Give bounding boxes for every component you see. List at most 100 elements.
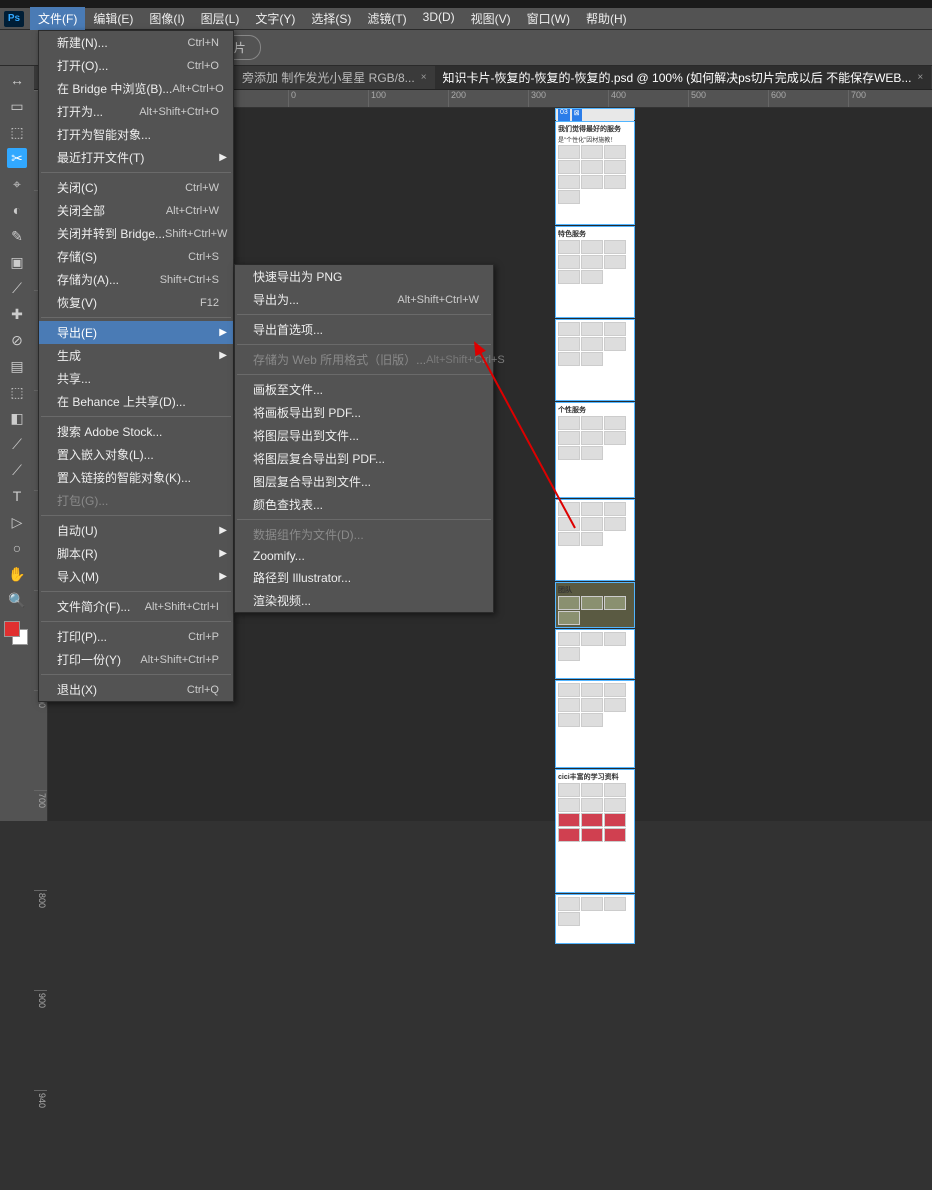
menu-item[interactable]: 脚本(R)▶ <box>39 542 233 565</box>
foreground-color-swatch[interactable] <box>4 621 20 637</box>
menu-item[interactable]: 颜色查找表... <box>235 493 493 516</box>
tool-button[interactable]: ⬚ <box>7 122 27 142</box>
slice-thumbnail[interactable]: 个性服务 <box>555 402 635 498</box>
tool-button[interactable]: ◧ <box>7 408 27 428</box>
menubar-item[interactable]: 视图(V) <box>463 7 519 30</box>
content-thumb <box>581 683 603 697</box>
menu-item[interactable]: 快速导出为 PNG <box>235 265 493 288</box>
menu-item[interactable]: Zoomify... <box>235 546 493 566</box>
menu-item[interactable]: 存储为(A)...Shift+Ctrl+S <box>39 268 233 291</box>
tool-button[interactable]: ✚ <box>7 304 27 324</box>
slice-thumbnail[interactable] <box>555 319 635 401</box>
content-thumb <box>558 517 580 531</box>
menubar-item[interactable]: 文字(Y) <box>247 7 303 30</box>
menu-item[interactable]: 将图层复合导出到 PDF... <box>235 447 493 470</box>
document-tab[interactable]: 旁添加 制作发光小星星 RGB/8...× <box>234 66 435 90</box>
tool-button[interactable]: T <box>7 486 27 506</box>
menu-item[interactable]: 打印一份(Y)Alt+Shift+Ctrl+P <box>39 648 233 671</box>
document-tab[interactable]: 知识卡片-恢复的-恢复的-恢复的.psd @ 100% (如何解决ps切片完成以… <box>435 66 932 90</box>
menu-item[interactable]: 导入(M)▶ <box>39 565 233 588</box>
menu-item[interactable]: 将图层导出到文件... <box>235 424 493 447</box>
menu-item[interactable]: 关闭并转到 Bridge...Shift+Ctrl+W <box>39 222 233 245</box>
menubar-item[interactable]: 3D(D) <box>415 7 463 30</box>
menubar-item[interactable]: 窗口(W) <box>519 7 578 30</box>
tool-button[interactable]: ▷ <box>7 512 27 532</box>
menu-item[interactable]: 搜索 Adobe Stock... <box>39 420 233 443</box>
content-thumb <box>581 502 603 516</box>
content-thumb <box>558 828 580 842</box>
menu-item[interactable]: 打开为智能对象... <box>39 123 233 146</box>
menu-item[interactable]: 路径到 Illustrator... <box>235 566 493 589</box>
menu-item[interactable]: 在 Bridge 中浏览(B)...Alt+Ctrl+O <box>39 77 233 100</box>
tool-button[interactable]: ◐ <box>7 200 27 220</box>
menu-item[interactable]: 导出为...Alt+Shift+Ctrl+W <box>235 288 493 311</box>
tool-button[interactable]: ⟋ <box>7 460 27 480</box>
tool-button[interactable]: 🔍 <box>7 590 27 610</box>
slice-thumbnail[interactable] <box>555 894 635 944</box>
menu-item[interactable]: 导出首选项... <box>235 318 493 341</box>
menu-item-label: 退出(X) <box>57 681 97 698</box>
menu-item[interactable]: 文件简介(F)...Alt+Shift+Ctrl+I <box>39 595 233 618</box>
menubar-item[interactable]: 选择(S) <box>303 7 359 30</box>
slice-thumbnail[interactable] <box>555 680 635 768</box>
tool-button[interactable]: ○ <box>7 538 27 558</box>
chevron-right-icon: ▶ <box>219 350 227 361</box>
menu-item-label: 新建(N)... <box>57 34 108 51</box>
menu-item[interactable]: 退出(X)Ctrl+Q <box>39 678 233 701</box>
menu-item[interactable]: 关闭(C)Ctrl+W <box>39 176 233 199</box>
menu-item[interactable]: 共享... <box>39 367 233 390</box>
menu-item[interactable]: 在 Behance 上共享(D)... <box>39 390 233 413</box>
slice-thumbnail[interactable] <box>555 629 635 679</box>
menu-item[interactable]: 生成▶ <box>39 344 233 367</box>
menu-item[interactable]: 渲染视频... <box>235 589 493 612</box>
tool-button[interactable]: ⟋ <box>7 278 27 298</box>
tool-button[interactable]: ▣ <box>7 252 27 272</box>
menu-item[interactable]: 关闭全部Alt+Ctrl+W <box>39 199 233 222</box>
tool-button[interactable]: ▤ <box>7 356 27 376</box>
slice-thumbnail[interactable]: 我们觉得最好的服务是"个性化"因材施教！ <box>555 121 635 225</box>
tool-button[interactable]: ⌖ <box>7 174 27 194</box>
slice-thumbnail[interactable] <box>555 499 635 581</box>
menu-item[interactable]: 将画板导出到 PDF... <box>235 401 493 424</box>
tool-button[interactable]: ✂ <box>7 148 27 168</box>
menubar-item[interactable]: 滤镜(T) <box>359 7 414 30</box>
menu-item[interactable]: 打印(P)...Ctrl+P <box>39 625 233 648</box>
tool-button[interactable]: ↔ <box>7 70 27 90</box>
content-thumb <box>604 897 626 911</box>
menu-item[interactable]: 图层复合导出到文件... <box>235 470 493 493</box>
menu-item[interactable]: 打开为...Alt+Shift+Ctrl+O <box>39 100 233 123</box>
tool-button[interactable]: ▭ <box>7 96 27 116</box>
menu-item[interactable]: 置入嵌入对象(L)... <box>39 443 233 466</box>
slice-thumbnail[interactable]: 特色服务 <box>555 226 635 318</box>
close-icon[interactable]: × <box>917 72 923 83</box>
menu-item[interactable]: 最近打开文件(T)▶ <box>39 146 233 169</box>
menu-item[interactable]: 导出(E)▶ <box>39 321 233 344</box>
tool-button[interactable]: ⬚ <box>7 382 27 402</box>
close-icon[interactable]: × <box>421 72 427 83</box>
menubar-item[interactable]: 文件(F) <box>30 7 85 30</box>
menu-item[interactable]: 存储(S)Ctrl+S <box>39 245 233 268</box>
content-thumb <box>581 813 603 827</box>
menu-item[interactable]: 打开(O)...Ctrl+O <box>39 54 233 77</box>
content-thumb <box>581 416 603 430</box>
slice-title: 个性服务 <box>558 405 632 415</box>
menubar-item[interactable]: 编辑(E) <box>85 7 141 30</box>
menubar-item[interactable]: 图像(I) <box>141 7 192 30</box>
ruler-tick: 300 <box>528 90 608 107</box>
menu-item[interactable]: 画板至文件... <box>235 378 493 401</box>
menu-item[interactable]: 新建(N)...Ctrl+N <box>39 31 233 54</box>
tool-button[interactable]: ⊘ <box>7 330 27 350</box>
slice-thumbnail[interactable]: 团队 <box>555 582 635 628</box>
menu-item[interactable]: 恢复(V)F12 <box>39 291 233 314</box>
tool-button[interactable]: ⟋ <box>7 434 27 454</box>
menu-item[interactable]: 置入链接的智能对象(K)... <box>39 466 233 489</box>
tool-button[interactable]: ✎ <box>7 226 27 246</box>
menubar-item[interactable]: 图层(L) <box>193 7 248 30</box>
menubar-item[interactable]: 帮助(H) <box>578 7 635 30</box>
menu-item[interactable]: 自动(U)▶ <box>39 519 233 542</box>
content-thumb <box>558 912 580 926</box>
slice-thumbnail[interactable]: cici丰富的学习资料 <box>555 769 635 893</box>
slice-thumbnail[interactable]: 03⊠ <box>555 108 635 120</box>
tool-button[interactable]: ✋ <box>7 564 27 584</box>
menu-item-label: 画板至文件... <box>253 381 323 398</box>
